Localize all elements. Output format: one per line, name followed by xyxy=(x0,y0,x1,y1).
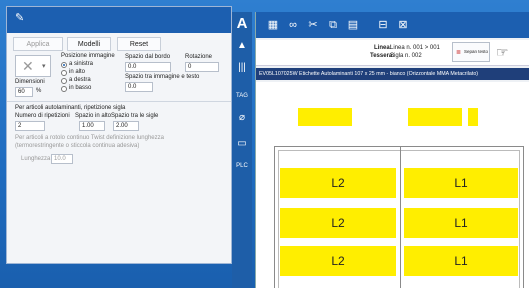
no-image-icon: ✕ xyxy=(22,58,34,74)
divider xyxy=(7,101,231,102)
chevron-down-icon: ▾ xyxy=(42,63,46,70)
reset-button[interactable]: Reset xyxy=(117,37,161,51)
clear-icon[interactable]: ⊠ xyxy=(396,18,410,32)
label-row-2-col-2[interactable]: L1 xyxy=(404,208,518,238)
radio-top-label: in alto xyxy=(69,69,86,75)
scissors-icon[interactable]: ✂ xyxy=(306,18,320,32)
grid-icon[interactable]: ▦ xyxy=(266,18,280,32)
editor-toolbar: ▦ ∞ ✂ ⧉ ▤ ⊟ ⊠ xyxy=(256,12,529,38)
label-row-2-col-1[interactable]: L2 xyxy=(280,208,396,238)
radio-right-label: a destra xyxy=(69,77,91,83)
hand-icon[interactable]: ☞ xyxy=(496,44,509,61)
continuous-subheading: (termorestringente o sticcola continua a… xyxy=(15,143,140,149)
frame-divider xyxy=(400,146,401,288)
image-position-label: Posizione immagine xyxy=(61,53,115,59)
apply-button[interactable]: Applica xyxy=(13,37,63,51)
self-lam-heading: Per articoli autolaminanti, ripetizione … xyxy=(15,105,126,111)
dimensions-input[interactable]: 60 xyxy=(15,87,33,97)
space-top-label: Spazio in alto xyxy=(75,113,112,119)
length-input[interactable]: 10.0 xyxy=(51,154,73,164)
image-text-space-input[interactable]: 0.0 xyxy=(125,82,153,92)
plc-icon[interactable]: PLC xyxy=(234,158,250,174)
rotation-select[interactable]: 0 xyxy=(185,62,219,72)
continuous-heading: Per articoli a rotolo continuo Twist def… xyxy=(15,135,164,141)
label-row-1-col-2[interactable]: L1 xyxy=(404,168,518,198)
sheet-value: Sigla n. 002 xyxy=(390,53,422,59)
radio-top[interactable] xyxy=(61,70,67,76)
split-icon[interactable]: ⊟ xyxy=(376,18,390,32)
symbol-icon[interactable]: ⌀ xyxy=(234,110,250,126)
info-row: Linea: Linea n. 001 > 001 Tessera: Sigla… xyxy=(256,40,529,66)
tag-icon[interactable]: TAG xyxy=(234,88,250,104)
radio-left[interactable] xyxy=(61,62,67,68)
binoculars-icon[interactable]: ∞ xyxy=(286,18,300,32)
top-label-right-a[interactable] xyxy=(408,108,462,126)
space-top-input[interactable]: 1.00 xyxy=(79,121,105,131)
separate-text-icon: ≣ xyxy=(456,50,462,56)
line-value: Linea n. 001 > 001 xyxy=(390,45,440,51)
space-between-label: Spazio tra le sigle xyxy=(111,113,159,119)
frame-icon[interactable]: ▭ xyxy=(234,136,250,152)
label-row-1-col-1[interactable]: L2 xyxy=(280,168,396,198)
paste-icon[interactable]: ▤ xyxy=(346,18,360,32)
radio-left-label: a sinistra xyxy=(69,61,94,67)
radio-right[interactable] xyxy=(61,78,67,84)
text-icon[interactable]: A xyxy=(234,16,250,32)
label-canvas[interactable]: L2 L1 L2 L1 L2 L1 xyxy=(256,82,529,288)
repetitions-input[interactable]: 2 xyxy=(15,121,45,131)
image-orientation-dropdown[interactable]: ✕ ▾ xyxy=(15,55,51,77)
dimensions-unit: % xyxy=(36,88,42,94)
dimensions-label: Dimensioni xyxy=(15,79,45,85)
barcode-icon[interactable]: ||| xyxy=(234,60,250,76)
pin-icon[interactable]: ✎ xyxy=(15,11,24,24)
tool-strip: A ▲ ||| TAG ⌀ ▭ PLC xyxy=(232,12,252,288)
border-space-input[interactable]: 0.0 xyxy=(125,62,171,72)
radio-bottom[interactable] xyxy=(61,86,67,92)
repetitions-label: Numero di ripetizioni xyxy=(15,113,70,119)
label-row-3-col-1[interactable]: L2 xyxy=(280,246,396,276)
top-label-right-b[interactable] xyxy=(468,108,478,126)
label-row-3-col-2[interactable]: L1 xyxy=(404,246,518,276)
radio-bottom-label: in basso xyxy=(69,85,92,91)
border-space-label: Spazio dal bordo xyxy=(125,54,171,60)
length-label: Lunghezza xyxy=(21,156,51,162)
panel-toolbar: Applica Modelli Reset xyxy=(7,37,231,53)
models-button[interactable]: Modelli xyxy=(67,37,111,51)
top-label-left[interactable] xyxy=(298,108,352,126)
image-text-space-label: Spazio tra immagine e testo xyxy=(125,74,200,80)
image-icon[interactable]: ▲ xyxy=(234,38,250,54)
rotation-label: Rotazione xyxy=(185,54,213,60)
settings-panel: ✎ Applica Modelli Reset ✕ ▾ Dimensioni 6… xyxy=(6,6,232,264)
space-between-input[interactable]: 2.00 xyxy=(113,121,139,131)
separate-text-label: Sepan testo xyxy=(464,49,489,54)
article-title: EV05L107025W Etichette Autolaminanti 107… xyxy=(256,68,529,80)
separate-text-button[interactable]: ≣ Sepan testo xyxy=(452,42,490,62)
panel-header: ✎ xyxy=(7,7,231,33)
label-editor: ▦ ∞ ✂ ⧉ ▤ ⊟ ⊠ Linea: Linea n. 001 > 001 … xyxy=(255,12,529,288)
copy-icon[interactable]: ⧉ xyxy=(326,18,340,32)
